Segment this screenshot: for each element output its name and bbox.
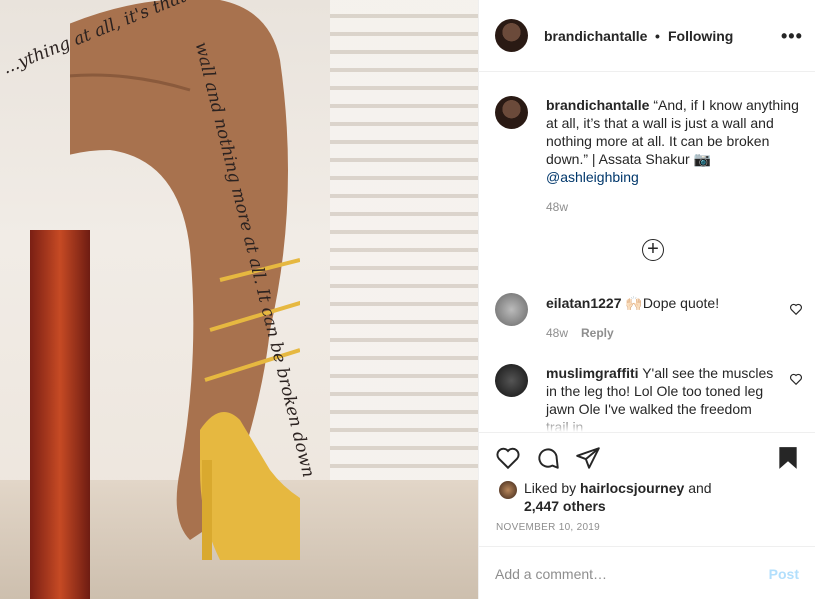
add-comment-input[interactable]: Add a comment… (495, 566, 607, 582)
like-comment-heart-icon[interactable] (789, 372, 803, 386)
commenter-avatar[interactable] (495, 364, 528, 397)
comment-timestamp[interactable]: 48w (546, 326, 568, 340)
liked-by-text: Liked by hairlocsjourney and 2,447 other… (524, 479, 712, 515)
caption-avatar[interactable] (495, 96, 528, 129)
comment-item: eilatan1227 🙌🏻Dope quote! (546, 294, 776, 312)
comment-username[interactable]: muslimgraffiti (546, 365, 639, 381)
caption-timestamp[interactable]: 48w (546, 200, 568, 214)
liked-count[interactable]: 2,447 others (524, 498, 606, 514)
post-comment-button[interactable]: Post (769, 566, 799, 582)
author-username[interactable]: brandichantalle (544, 28, 647, 44)
comment-username[interactable]: eilatan1227 (546, 295, 622, 311)
caption-username[interactable]: brandichantalle (546, 97, 649, 113)
more-options-icon[interactable]: ••• (781, 26, 803, 47)
load-more-comments-icon[interactable]: + (642, 239, 664, 261)
following-button[interactable]: Following (668, 28, 733, 44)
liked-by-and: and (688, 480, 712, 496)
like-comment-heart-icon[interactable] (789, 302, 803, 316)
instagram-post-window: ...ything at all, it's that a wall is ju… (0, 0, 815, 599)
caption-mention[interactable]: @ashleighbing (546, 169, 639, 185)
commenter-avatar[interactable] (495, 293, 528, 326)
post-date[interactable]: NOVEMBER 10, 2019 (496, 522, 600, 533)
liked-by-prefix: Liked by (524, 480, 577, 496)
comment-icon[interactable] (535, 445, 561, 471)
author-avatar[interactable] (495, 19, 528, 52)
post-caption: brandichantalle “And, if I know anything… (546, 96, 801, 186)
post-photo[interactable]: ...ything at all, it's that a wall is ju… (0, 0, 478, 599)
add-comment-row: Add a comment… Post (479, 546, 815, 599)
bookmark-icon[interactable] (775, 445, 801, 471)
heart-icon[interactable] (495, 445, 521, 471)
comment-fade (479, 415, 815, 432)
post-header: brandichantalle • Following ••• (479, 0, 815, 72)
comment-text: 🙌🏻Dope quote! (625, 295, 720, 311)
post-side-panel: brandichantalle • Following ••• brandich… (478, 0, 815, 599)
liked-by-user[interactable]: hairlocsjourney (580, 480, 684, 496)
liker-avatar[interactable] (499, 481, 517, 499)
separator-dot: • (655, 28, 660, 44)
reply-button[interactable]: Reply (581, 326, 614, 340)
share-icon[interactable] (575, 445, 601, 471)
